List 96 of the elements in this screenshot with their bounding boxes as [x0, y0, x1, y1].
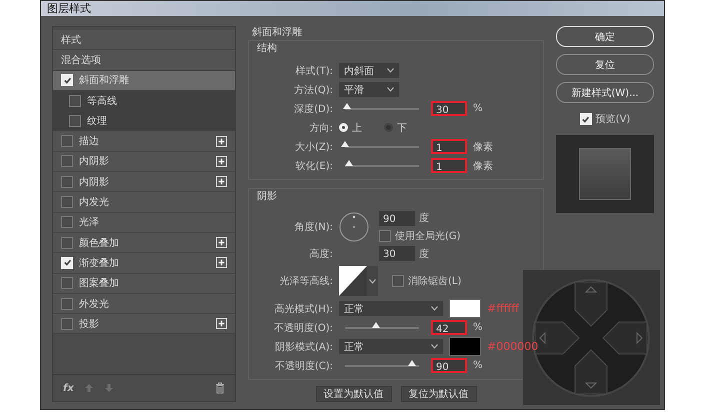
style-list-item[interactable]: 描边 [53, 131, 235, 152]
checkmark-icon [581, 114, 590, 124]
field-label: 软化(E): [294, 160, 333, 172]
checkbox[interactable] [61, 298, 73, 310]
checkbox[interactable] [61, 135, 73, 148]
section-title: 阴影 [257, 190, 278, 204]
unit-label: 度 [419, 248, 429, 260]
field-label: 深度(D): [293, 102, 333, 116]
global-light-checkbox[interactable]: 使用全局光(G) [379, 228, 539, 242]
checkbox[interactable] [69, 95, 81, 108]
value-field[interactable]: 90 [431, 358, 467, 373]
plus-icon[interactable] [216, 318, 227, 330]
checkbox[interactable] [61, 318, 73, 330]
style-list-item[interactable]: 混合选项 [53, 50, 235, 71]
anti-alias-checkbox[interactable]: 消除锯齿(L) [392, 274, 462, 288]
slider-thumb[interactable] [372, 322, 380, 328]
style-list-item[interactable]: 光泽 [53, 212, 235, 233]
checkbox[interactable] [61, 236, 73, 249]
style-list-item[interactable]: 投影 [53, 314, 235, 334]
field-label: 光泽等高线: [278, 274, 333, 288]
slider-thumb[interactable] [343, 102, 352, 108]
checkbox[interactable] [61, 196, 73, 208]
field-label: 不透明度(O): [272, 322, 333, 334]
plus-icon[interactable] [216, 156, 227, 167]
slider-thumb[interactable] [345, 160, 354, 166]
field-label: 高光模式(H): [273, 302, 333, 316]
field-label: 样式(T): [294, 64, 333, 78]
default-button[interactable]: 复位为默认值 [400, 386, 476, 402]
field-label: 阴影模式(A): [274, 340, 333, 354]
plus-icon[interactable] [216, 136, 227, 147]
blend-mode-dropdown[interactable]: 正常 [339, 339, 443, 354]
color-swatch[interactable] [449, 337, 481, 356]
field-label: 不透明度(C): [274, 360, 333, 372]
field-label: 方法(Q): [292, 84, 333, 96]
checkbox[interactable] [61, 277, 73, 290]
group-title: 斜面和浮雕 [251, 26, 303, 40]
dialog-button[interactable]: 新建样式(W)... [556, 82, 654, 103]
dialog-button[interactable]: 确定 [556, 26, 654, 47]
field-label: 方向: [308, 122, 333, 134]
checkbox[interactable] [61, 176, 73, 188]
effects-button[interactable]: fx [63, 382, 74, 394]
field-label: 高度: [308, 248, 333, 260]
color-annotation: #000000 [487, 340, 538, 353]
default-button[interactable]: 设置为默认值 [316, 386, 392, 402]
style-list-item[interactable]: 内发光 [53, 192, 235, 213]
style-list-item[interactable]: 渐变叠加 [53, 253, 235, 274]
value-field[interactable]: 30 [431, 101, 467, 116]
value-field[interactable]: 42 [431, 320, 467, 335]
window-title: 图层样式 [47, 1, 91, 16]
technique-dropdown[interactable]: 平滑 [339, 82, 399, 97]
style-list-item[interactable]: 内阴影 [53, 152, 235, 172]
angle-dial[interactable] [339, 212, 369, 242]
caret-icon [369, 278, 376, 284]
altitude-field[interactable]: 30 [379, 246, 415, 261]
value-field[interactable]: 1 [431, 139, 467, 154]
unit-label: 像素 [473, 160, 493, 172]
style-list-item[interactable]: 等高线 [53, 90, 235, 112]
value-field[interactable]: 1 [431, 158, 467, 173]
caret-icon [387, 68, 394, 73]
style-list-item[interactable]: 图案叠加 [53, 274, 235, 294]
checkbox[interactable] [61, 155, 73, 168]
unit-label: % [473, 360, 483, 371]
checkbox[interactable] [69, 115, 81, 128]
plus-icon[interactable] [216, 176, 227, 188]
dialog-button[interactable]: 复位 [556, 54, 654, 75]
style-list-item[interactable]: 样式 [53, 30, 235, 50]
plus-icon[interactable] [216, 237, 227, 248]
contour-picker[interactable] [339, 266, 378, 296]
section-title: 结构 [257, 42, 278, 56]
style-dropdown[interactable]: 内斜面 [339, 63, 399, 78]
angle-field[interactable]: 90 [379, 210, 415, 226]
caret-icon [431, 344, 438, 349]
field-label: 大小(Z): [294, 140, 333, 154]
unit-label: % [473, 322, 483, 333]
style-list-item[interactable]: 外发光 [53, 294, 235, 314]
color-annotation: #ffffff [487, 302, 519, 315]
slider-thumb[interactable] [341, 140, 349, 146]
caret-icon [387, 87, 394, 92]
checkbox[interactable] [61, 216, 73, 228]
unit-label: % [473, 103, 483, 114]
plus-icon[interactable] [216, 257, 227, 268]
unit-label: 像素 [473, 140, 493, 154]
field-label: 角度(N): [293, 220, 333, 234]
style-list-item[interactable]: 纹理 [53, 111, 235, 132]
direction-radio[interactable]: 上 [339, 120, 362, 134]
unit-label: 度 [419, 212, 429, 225]
slider-thumb[interactable] [408, 360, 416, 366]
direction-radio[interactable]: 下 [384, 120, 407, 134]
color-swatch[interactable] [449, 299, 481, 318]
style-list-item[interactable]: 内阴影 [53, 172, 235, 192]
style-list-item[interactable]: 颜色叠加 [53, 232, 235, 254]
trash-icon[interactable] [215, 382, 225, 394]
style-list-item[interactable]: 斜面和浮雕 [53, 70, 235, 91]
preview-checkbox[interactable]: 预览(V) [556, 112, 654, 126]
blend-mode-dropdown[interactable]: 正常 [339, 301, 443, 316]
caret-icon [431, 306, 438, 311]
